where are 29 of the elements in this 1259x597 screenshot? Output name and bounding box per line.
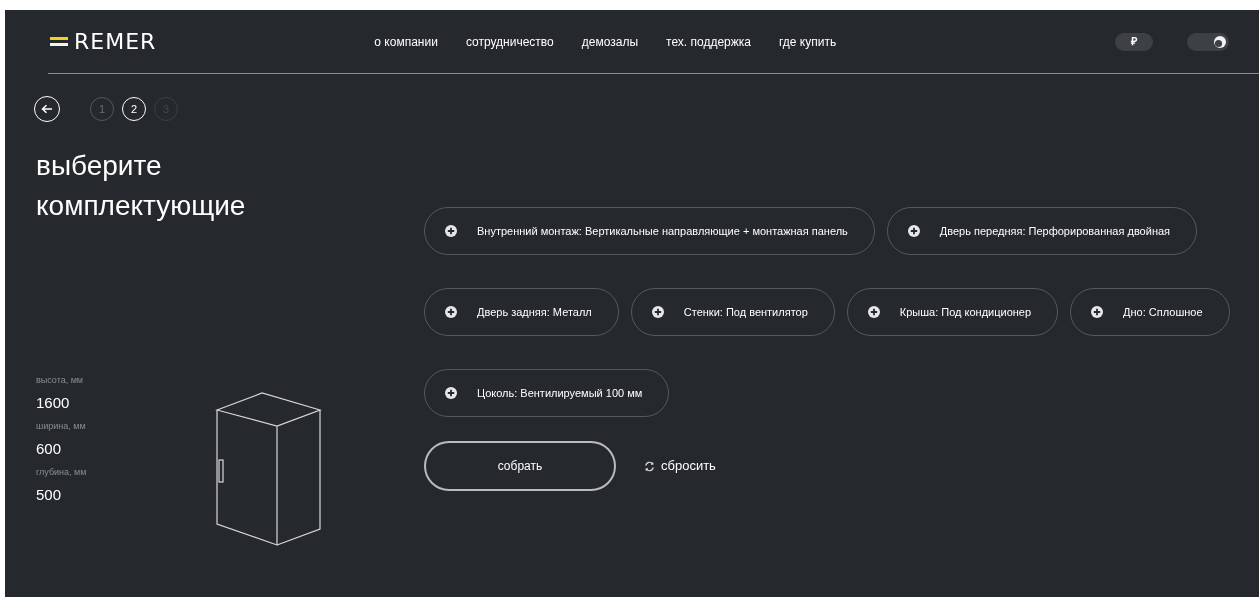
arrow-left-icon [41, 104, 53, 114]
nav-link[interactable]: о компании [374, 32, 438, 51]
nav-link[interactable]: где купить [778, 32, 837, 51]
spec-value: 1600 [36, 392, 71, 413]
refresh-icon [644, 460, 655, 472]
moon-icon [1214, 35, 1226, 48]
logo-stripes-icon [50, 35, 68, 48]
spec-label: ширина, мм [36, 420, 87, 433]
theme-switch[interactable] [1187, 32, 1229, 51]
logo[interactable]: REMER [50, 25, 157, 58]
plus-icon [445, 225, 457, 237]
logo-text: REMER [74, 28, 157, 56]
plus-icon [651, 306, 664, 318]
nav-link[interactable]: сотрудничество [465, 32, 554, 51]
page-title: выберите комплектующие [36, 149, 247, 223]
spec-label: высота, мм [36, 374, 85, 387]
plus-icon [445, 306, 457, 318]
plus-icon [1091, 306, 1104, 318]
plus-icon [867, 306, 880, 318]
build-button[interactable]: собрать [424, 441, 616, 491]
nav-link[interactable]: демозалы [581, 32, 639, 51]
reset-link[interactable]: сбросить [644, 456, 716, 476]
plus-icon [907, 225, 920, 237]
nav-link[interactable]: тех. поддержка [666, 32, 751, 51]
spec-value: 600 [36, 438, 63, 459]
spec-value: 500 [36, 484, 63, 505]
plus-icon [445, 387, 457, 399]
spec-label: глубина, мм [36, 466, 88, 479]
currency-button[interactable]: ₽ [1115, 32, 1153, 51]
